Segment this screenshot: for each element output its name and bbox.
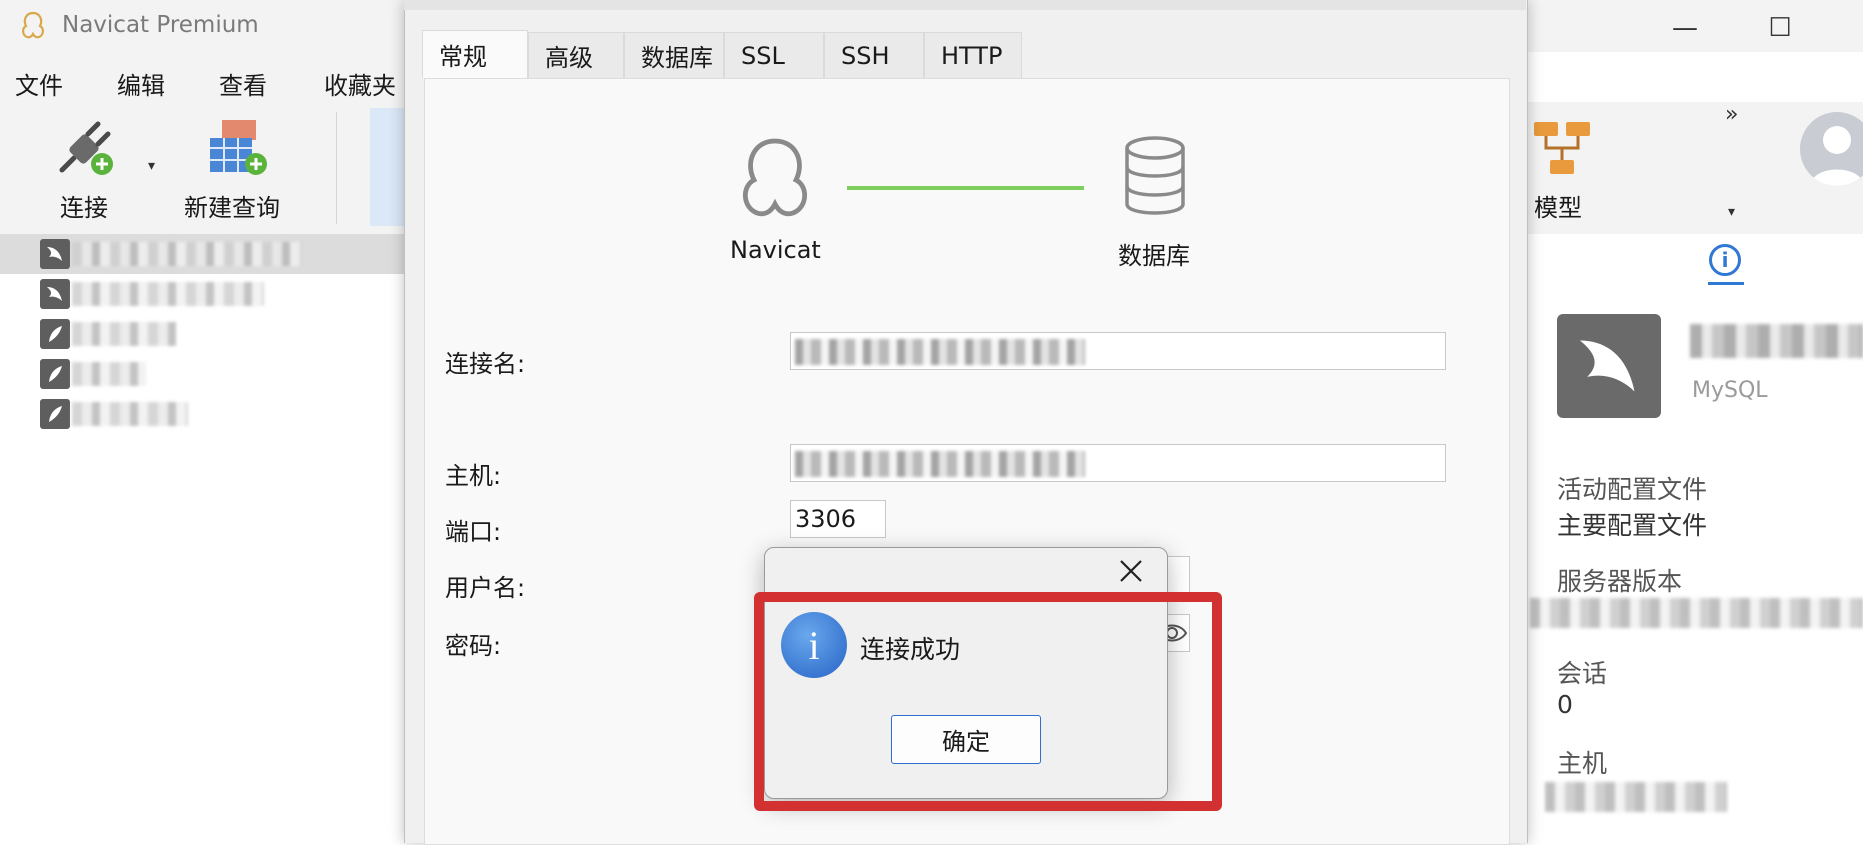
dropdown-caret-icon[interactable]: ▾	[1728, 204, 1735, 220]
connection-name-label: 连接名:	[445, 350, 526, 378]
diagram-database-label: 数据库	[1118, 242, 1190, 270]
mysql-dolphin-icon	[1557, 314, 1661, 418]
sessions-label: 会话	[1557, 659, 1608, 688]
menu-view[interactable]: 查看	[219, 66, 267, 101]
info-tab-underline	[1708, 282, 1744, 285]
host-input[interactable]	[790, 444, 1446, 482]
active-profile-label: 活动配置文件	[1557, 475, 1708, 504]
dialog-title-strip	[404, 0, 1526, 10]
host-value-redacted	[1545, 782, 1727, 812]
tree-item[interactable]	[0, 314, 410, 354]
tree-item[interactable]	[0, 234, 410, 274]
diagram-navicat-label: Navicat	[730, 236, 821, 264]
database-icon	[1120, 134, 1190, 218]
toolbar-divider	[336, 112, 337, 224]
active-profile-value: 主要配置文件	[1557, 511, 1708, 540]
maximize-button[interactable]: ☐	[1750, 8, 1810, 48]
port-input[interactable]: 3306	[790, 500, 886, 538]
close-icon[interactable]	[1116, 556, 1146, 586]
db-type-label: MySQL	[1692, 378, 1768, 403]
password-label: 密码:	[445, 632, 502, 660]
tree-item-label	[72, 402, 188, 426]
tab-ssl[interactable]: SSL	[724, 32, 824, 78]
highlight-annotation	[754, 592, 1222, 811]
tree-item-label	[72, 242, 302, 266]
tab-http[interactable]: HTTP	[924, 32, 1022, 78]
minimize-button[interactable]: —	[1655, 8, 1715, 48]
sqlite-feather-icon	[40, 399, 70, 429]
tree-item[interactable]	[0, 394, 410, 434]
info-tab-icon[interactable]: i	[1709, 244, 1741, 276]
dropdown-caret-icon[interactable]: ▾	[148, 158, 155, 174]
tree-item-label	[72, 282, 264, 306]
new-query-button[interactable]: 新建查询	[180, 114, 300, 224]
minimize-icon: —	[1672, 13, 1698, 43]
model-icon	[1532, 120, 1592, 178]
server-version-redacted	[1530, 598, 1863, 628]
new-query-label: 新建查询	[184, 194, 280, 222]
mysql-dolphin-icon	[40, 279, 70, 309]
connect-label: 连接	[60, 194, 108, 222]
connection-name-input[interactable]	[790, 332, 1446, 370]
menu-edit[interactable]: 编辑	[117, 66, 165, 101]
connection-line	[847, 186, 1084, 190]
tree-item[interactable]	[0, 354, 410, 394]
connect-button[interactable]: ▾ 连接	[44, 114, 155, 224]
host-label: 主机:	[445, 462, 502, 490]
plug-icon	[52, 120, 116, 180]
host-value-redacted	[795, 451, 1085, 477]
sqlite-feather-icon	[40, 359, 70, 389]
tree-item-label	[72, 322, 176, 346]
connection-tree	[0, 234, 410, 843]
new-query-icon	[204, 118, 270, 180]
sqlite-feather-icon	[40, 319, 70, 349]
tree-item[interactable]	[0, 274, 410, 314]
toolbar-overflow-button[interactable]: »	[1725, 102, 1738, 127]
model-label: 模型	[1534, 194, 1582, 222]
port-label: 端口:	[445, 518, 502, 546]
app-title: Navicat Premium	[62, 12, 259, 38]
mysql-dolphin-icon	[40, 239, 70, 269]
maximize-icon: ☐	[1768, 13, 1792, 43]
tree-item-label	[72, 362, 146, 386]
username-label: 用户名:	[445, 574, 526, 602]
tab-advanced[interactable]: 高级	[528, 32, 624, 78]
sessions-value: 0	[1557, 690, 1573, 719]
server-version-label: 服务器版本	[1557, 567, 1683, 596]
model-button[interactable]: 模型	[1530, 114, 1610, 224]
navicat-logo-icon	[730, 132, 820, 222]
host-label: 主机	[1557, 749, 1608, 778]
navicat-logo-icon	[18, 10, 48, 40]
menu-file[interactable]: 文件	[15, 66, 63, 101]
tab-ssh[interactable]: SSH	[824, 32, 924, 78]
menu-favorites[interactable]: 收藏夹	[324, 66, 396, 101]
tab-databases[interactable]: 数据库	[624, 32, 724, 78]
tab-general[interactable]: 常规	[422, 30, 528, 78]
connection-name-redacted	[795, 339, 1085, 365]
connection-name-redacted	[1690, 324, 1863, 358]
